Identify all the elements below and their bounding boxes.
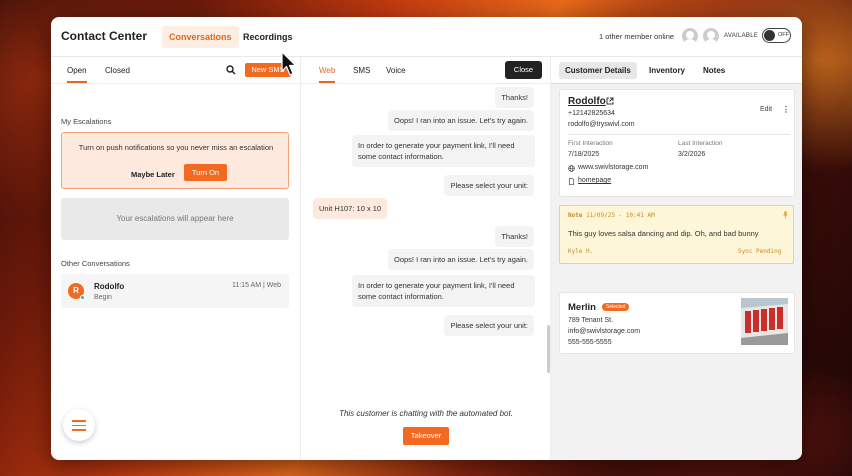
tab-customer-details[interactable]: Customer Details: [559, 62, 637, 79]
message-bubble: Oops! I ran into an issue. Let's try aga…: [387, 249, 534, 270]
note-body: This guy loves salsa dancing and dip. Oh…: [568, 229, 759, 238]
user-avatar[interactable]: [703, 28, 719, 44]
customer-website: www.swivlstorage.com: [578, 164, 649, 171]
app-window: Contact Center Conversations Recordings …: [51, 17, 802, 460]
first-interaction-label: First Interaction: [568, 140, 613, 147]
last-interaction-label: Last Interaction: [678, 140, 723, 147]
details-panel: Customer Details Inventory Notes Rodolfo…: [551, 57, 802, 460]
customer-phone: +12142825634: [568, 110, 615, 117]
facility-email: info@swivlstorage.com: [568, 328, 641, 335]
message-bubble: In order to generate your payment link, …: [352, 275, 535, 307]
conversation-preview: Begin: [94, 294, 112, 301]
bot-notice: This customer is chatting with the autom…: [339, 409, 513, 418]
chat-scrollbar[interactable]: [547, 325, 550, 373]
tab-notes[interactable]: Notes: [697, 62, 731, 79]
tab-voice[interactable]: Voice: [386, 66, 406, 75]
conversation-item[interactable]: R Rodolfo Begin 11:15 AM | Web: [61, 274, 289, 308]
facility-card[interactable]: Merlin Selected 789 Tenant St. info@swiv…: [559, 292, 795, 354]
online-status: 1 other member online: [599, 32, 675, 41]
notification-text: Turn on push notifications so you never …: [78, 143, 274, 152]
menu-icon: [72, 420, 86, 422]
note-card: Note 11/09/25 - 10:41 AM This guy loves …: [559, 205, 794, 264]
last-interaction-value: 3/2/2026: [678, 151, 706, 158]
edit-button[interactable]: Edit: [760, 106, 772, 113]
homepage-link[interactable]: homepage: [578, 177, 611, 184]
message-bubble: Please select your unit:: [444, 175, 534, 196]
escalations-heading: My Escalations: [61, 117, 112, 126]
toggle-knob: [764, 30, 775, 41]
note-label: Note: [568, 212, 583, 219]
tab-sms[interactable]: SMS: [353, 66, 370, 75]
menu-icon-bar: [72, 424, 86, 426]
customer-card: Rodolfo +12142825634 rodolfo@tryswivl.co…: [559, 89, 795, 197]
message-bubble: In order to generate your payment link, …: [352, 135, 535, 167]
document-icon: [568, 178, 575, 185]
availability-toggle[interactable]: OFF: [762, 28, 791, 43]
takeover-button[interactable]: Takeover: [403, 427, 449, 445]
escalations-empty-state: Your escalations will appear here: [61, 198, 289, 240]
message-bubble: Thanks!: [495, 226, 534, 247]
maybe-later-button[interactable]: Maybe Later: [131, 170, 175, 179]
globe-icon: [568, 165, 575, 172]
note-sync-status: Sync Pending: [738, 248, 782, 255]
details-tabs: Customer Details Inventory Notes: [551, 57, 802, 84]
tab-web[interactable]: Web: [319, 66, 336, 83]
turn-on-button[interactable]: Turn On: [184, 164, 227, 181]
note-author: Kyle H.: [568, 248, 594, 255]
customer-email: rodolfo@tryswivl.com: [568, 121, 635, 128]
other-conversations-heading: Other Conversations: [61, 259, 130, 268]
close-button[interactable]: Close: [505, 61, 542, 79]
more-options-icon[interactable]: ⋮: [782, 105, 790, 114]
selected-badge: Selected: [602, 303, 630, 311]
note-timestamp: 11/09/25 - 10:41 AM: [586, 212, 655, 219]
message-bubble-customer: Unit H107: 10 x 10: [313, 198, 388, 219]
channel-tabs: Web SMS Voice Close: [301, 57, 551, 84]
conversation-time: 11:15 AM | Web: [231, 282, 281, 289]
availability-label: AVAILABLE: [724, 33, 759, 39]
conversation-list-panel: Open Closed New SMS My Escalations Turn …: [51, 57, 301, 460]
tab-closed[interactable]: Closed: [105, 66, 130, 75]
message-bubble: Thanks!: [495, 87, 534, 108]
external-link-icon[interactable]: [606, 97, 614, 105]
toggle-state: OFF: [778, 32, 789, 38]
tab-inventory[interactable]: Inventory: [643, 62, 691, 79]
tab-open[interactable]: Open: [67, 66, 87, 83]
facility-phone: 555-555-5555: [568, 339, 612, 346]
note-header: Note 11/09/25 - 10:41 AM: [568, 212, 655, 219]
message-bubble: Oops! I ran into an issue. Let's try aga…: [387, 110, 534, 131]
chat-panel: Web SMS Voice Close Thanks! Oops! I ran …: [301, 57, 551, 460]
online-indicator: [80, 295, 85, 300]
top-bar: Contact Center Conversations Recordings …: [51, 17, 802, 57]
app-title: Contact Center: [61, 29, 148, 43]
push-notification-banner: Turn on push notifications so you never …: [61, 132, 289, 189]
pin-icon[interactable]: [782, 211, 789, 219]
facility-name: Merlin: [568, 302, 596, 313]
facility-address: 789 Tenant St.: [568, 317, 614, 324]
menu-button[interactable]: [63, 409, 95, 441]
first-interaction-value: 7/18/2025: [568, 151, 600, 158]
divider: [568, 134, 790, 135]
customer-name[interactable]: Rodolfo: [568, 96, 606, 107]
list-tabs: Open Closed New SMS: [51, 57, 301, 84]
search-icon[interactable]: [226, 65, 236, 75]
tab-recordings[interactable]: Recordings: [236, 26, 300, 48]
message-bubble: Please select your unit:: [444, 315, 534, 336]
menu-icon-bar: [72, 429, 86, 431]
tab-conversations[interactable]: Conversations: [162, 26, 239, 48]
facility-photo: [741, 298, 788, 345]
mouse-cursor-icon: [281, 51, 297, 76]
conversation-name: Rodolfo: [94, 282, 125, 291]
member-avatar: [682, 28, 698, 44]
